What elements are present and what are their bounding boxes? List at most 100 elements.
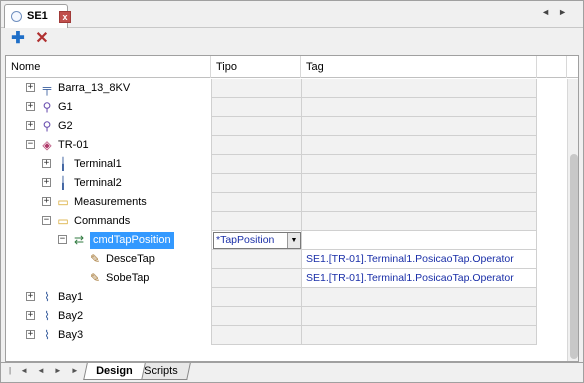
sheet-tab-label: Scripts (144, 365, 178, 377)
cell-tag[interactable] (301, 98, 537, 117)
cell-nome: + ⌇ Bay3 (6, 326, 211, 345)
tree-item-label[interactable]: SobeTap (106, 269, 149, 288)
chevron-down-icon[interactable]: ▼ (287, 233, 300, 248)
cell-tipo[interactable] (211, 269, 301, 288)
expand-icon[interactable]: + (26, 292, 35, 301)
tree-row[interactable]: + ⌇ Bay2 (6, 307, 537, 326)
tree-row[interactable]: ✎ DesceTap SE1.[TR-01].Terminal1.PosicaoTa… (6, 250, 537, 269)
tree-item-label[interactable]: Terminal1 (74, 155, 122, 174)
tree-item-label[interactable]: Measurements (74, 193, 147, 212)
column-header-tag[interactable]: Tag (301, 56, 537, 78)
expand-icon[interactable]: + (26, 330, 35, 339)
toolbar: ✚ ✕ (1, 29, 583, 51)
tree-row[interactable]: ✎ SobeTap SE1.[TR-01].Terminal1.PosicaoTap… (6, 269, 537, 288)
expand-icon[interactable]: + (26, 102, 35, 111)
tab-scroll-arrows[interactable]: ◄► (541, 7, 575, 17)
transformer-icon: ◈ (42, 138, 52, 152)
column-header-filler (537, 56, 567, 78)
cell-tag[interactable] (301, 155, 537, 174)
tree-item-label[interactable]: Terminal2 (74, 174, 122, 193)
cell-tag[interactable] (301, 212, 537, 231)
cell-tag[interactable] (301, 117, 537, 136)
tree-item-label[interactable]: G1 (58, 98, 73, 117)
collapse-icon[interactable]: − (26, 140, 35, 149)
tree-row[interactable]: + ▭ Measurements (6, 193, 537, 212)
busbar-icon: ╤ (42, 81, 52, 95)
collapse-icon[interactable]: − (58, 235, 67, 244)
cell-tag[interactable] (301, 307, 537, 326)
terminal-icon: ╽ (59, 176, 67, 190)
tree-item-label[interactable]: Bay2 (58, 307, 83, 326)
tree-row[interactable]: + ╽ Terminal2 (6, 174, 537, 193)
cell-nome: + ╤ Barra_13_8KV (6, 79, 211, 98)
tree-item-label[interactable]: DesceTap (106, 250, 155, 269)
cell-tag[interactable] (301, 231, 537, 250)
tree-row[interactable]: + ⌇ Bay3 (6, 326, 537, 345)
tree-item-label[interactable]: TR-01 (58, 136, 89, 155)
cell-nome: − ◈ TR-01 (6, 136, 211, 155)
tree-row[interactable]: + ╽ Terminal1 (6, 155, 537, 174)
cell-tag[interactable] (301, 136, 537, 155)
cell-tipo[interactable] (211, 250, 301, 269)
tree-item-label[interactable]: G2 (58, 117, 73, 136)
cell-tipo[interactable] (211, 288, 301, 307)
command-icon: ⇄ (73, 233, 85, 247)
document-window: SE1 x ◄► ✚ ✕ Nome Tipo Tag + ╤ Barra_13_8K… (0, 0, 584, 383)
tab-se1[interactable]: SE1 x (4, 4, 71, 28)
tipo-dropdown[interactable]: *TapPosition ▼ (213, 232, 301, 249)
bay-icon: ⌇ (44, 328, 50, 342)
cell-tipo[interactable] (211, 307, 301, 326)
tree-row[interactable]: + ⌇ Bay1 (6, 288, 537, 307)
tree-row[interactable]: − ◈ TR-01 (6, 136, 537, 155)
cell-tag[interactable]: SE1.[TR-01].Terminal1.PosicaoTap.Operato… (301, 250, 537, 269)
folder-icon: ▭ (57, 195, 69, 209)
tree-item-label[interactable]: Commands (74, 212, 130, 231)
tree-row[interactable]: + ⚲ G1 (6, 98, 537, 117)
document-tabstrip: SE1 x ◄► (1, 1, 583, 28)
cell-tipo[interactable] (211, 193, 301, 212)
cell-tag[interactable]: SE1.[TR-01].Terminal1.PosicaoTap.Operato… (301, 269, 537, 288)
tree-item-label[interactable]: cmdTapPosition (90, 232, 174, 249)
add-button[interactable]: ✚ (9, 30, 27, 48)
expand-icon[interactable]: + (42, 197, 51, 206)
expand-icon[interactable]: + (42, 159, 51, 168)
tree-row[interactable]: + ⚲ G2 (6, 117, 537, 136)
expand-icon[interactable]: + (26, 83, 35, 92)
tree-row[interactable]: − ▭ Commands (6, 212, 537, 231)
generator-icon: ⚲ (42, 100, 52, 114)
collapse-icon[interactable]: − (42, 216, 51, 225)
tree-row[interactable]: + ╤ Barra_13_8KV (6, 79, 537, 98)
expand-icon[interactable]: + (26, 121, 35, 130)
folder-open-icon: ▭ (57, 214, 69, 228)
scrollbar-thumb[interactable] (570, 154, 578, 359)
cell-tipo[interactable] (211, 79, 301, 98)
cell-tipo[interactable]: *TapPosition ▼ (211, 231, 301, 250)
cell-tag[interactable] (301, 79, 537, 98)
tree-row[interactable]: − ⇄ cmdTapPosition *TapPosition ▼ (6, 231, 537, 250)
cell-tipo[interactable] (211, 174, 301, 193)
cell-tag[interactable] (301, 193, 537, 212)
cell-tipo[interactable] (211, 155, 301, 174)
close-icon[interactable]: x (59, 11, 71, 23)
cell-tipo[interactable] (211, 98, 301, 117)
expand-icon[interactable]: + (42, 178, 51, 187)
vertical-scrollbar[interactable] (567, 79, 578, 361)
cell-tag[interactable] (301, 326, 537, 345)
tree-item-label[interactable]: Bay3 (58, 326, 83, 345)
sheet-tab-design[interactable]: Design (83, 363, 146, 380)
bay-icon: ⌇ (44, 290, 50, 304)
tree-item-label[interactable]: Bay1 (58, 288, 83, 307)
cell-tipo[interactable] (211, 212, 301, 231)
cell-tipo[interactable] (211, 326, 301, 345)
cell-tag[interactable] (301, 288, 537, 307)
command-item-icon: ✎ (89, 271, 101, 285)
cell-tipo[interactable] (211, 117, 301, 136)
delete-button[interactable]: ✕ (33, 30, 51, 48)
column-header-nome[interactable]: Nome (6, 56, 211, 78)
expand-icon[interactable]: + (26, 311, 35, 320)
sheet-tabbar: |◄◄►►| Design Scripts (1, 362, 583, 382)
cell-tipo[interactable] (211, 136, 301, 155)
tree-item-label[interactable]: Barra_13_8KV (58, 79, 130, 98)
column-header-tipo[interactable]: Tipo (211, 56, 301, 78)
cell-tag[interactable] (301, 174, 537, 193)
